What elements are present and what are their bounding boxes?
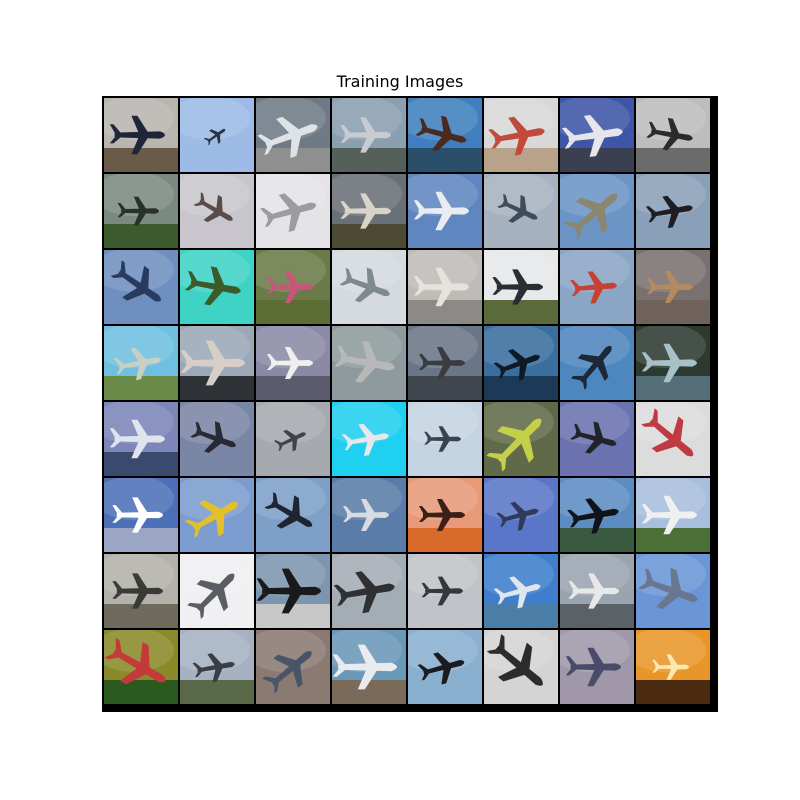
thumbnail-tile [408,478,482,552]
tile-ground [408,300,482,324]
tile-ground [408,528,482,552]
thumbnail-tile [484,174,558,248]
thumbnail-tile [332,174,406,248]
thumbnail-tile [104,554,178,628]
tile-ground [180,376,254,400]
thumbnail-tile [484,478,558,552]
thumbnail-tile [560,250,634,324]
thumbnail-tile [104,250,178,324]
thumbnail-tile [332,478,406,552]
tile-ground [256,376,330,400]
tile-ground [104,604,178,628]
thumbnail-tile [256,174,330,248]
tile-ground [636,300,710,324]
thumbnail-tile [560,326,634,400]
thumbnail-tile [484,98,558,172]
thumbnail-tile [560,630,634,704]
thumbnail-tile [256,554,330,628]
tile-ground [636,376,710,400]
thumbnail-tile [332,98,406,172]
thumbnail-tile [332,402,406,476]
thumbnail-tile [408,326,482,400]
thumbnail-tile [484,250,558,324]
tile-ground [636,680,710,704]
thumbnail-tile [484,630,558,704]
thumbnail-tile [408,554,482,628]
tile-ground [560,604,634,628]
tile-ground [104,680,178,704]
thumbnail-tile [104,326,178,400]
thumbnail-tile [180,98,254,172]
thumbnail-tile [104,630,178,704]
thumbnail-tile [332,630,406,704]
thumbnail-tile [180,478,254,552]
thumbnail-tile [256,250,330,324]
thumbnail-tile [636,250,710,324]
tile-ground [408,148,482,172]
thumbnail-tile [636,402,710,476]
thumbnail-tile [484,326,558,400]
tile-ground [332,224,406,248]
thumbnail-tile [180,402,254,476]
thumbnail-tile [636,174,710,248]
thumbnail-tile [256,402,330,476]
thumbnail-tile [636,98,710,172]
thumbnail-tile [408,630,482,704]
thumbnail-tile [332,554,406,628]
tile-ground [104,376,178,400]
thumbnail-tile [636,326,710,400]
thumbnail-tile [256,326,330,400]
tile-ground [256,604,330,628]
thumbnail-tile [256,478,330,552]
tile-ground [408,376,482,400]
tile-ground [104,148,178,172]
thumbnail-tile [332,326,406,400]
tile-ground [484,604,558,628]
tile-ground [636,148,710,172]
tile-ground [636,528,710,552]
tile-ground [104,528,178,552]
figure-title: Training Images [336,72,464,91]
thumbnail-tile [484,402,558,476]
thumbnail-tile [560,402,634,476]
thumbnail-tile [332,250,406,324]
thumbnail-tile [560,98,634,172]
thumbnail-tile [256,98,330,172]
thumbnail-tile [408,174,482,248]
thumbnail-tile [104,402,178,476]
thumbnail-tile [104,98,178,172]
thumbnail-tile [560,174,634,248]
thumbnail-tile [636,478,710,552]
thumbnail-tile [408,98,482,172]
thumbnail-tile [104,174,178,248]
thumbnail-tile [104,478,178,552]
thumbnail-tile [560,554,634,628]
thumbnail-tile [636,630,710,704]
tile-ground [104,224,178,248]
tile-ground [332,680,406,704]
thumbnail-tile [408,250,482,324]
thumbnail-tile [180,250,254,324]
tile-ground [180,680,254,704]
thumbnail-tile [180,174,254,248]
tile-ground [332,148,406,172]
tile-ground [104,452,178,476]
tile-ground [256,300,330,324]
image-grid [102,96,718,712]
thumbnail-tile [484,554,558,628]
thumbnail-tile [560,478,634,552]
tile-ground [484,300,558,324]
thumbnail-tile [408,402,482,476]
thumbnail-tile [180,630,254,704]
thumbnail-tile [636,554,710,628]
thumbnail-tile [180,326,254,400]
thumbnail-tile [180,554,254,628]
thumbnail-tile [256,630,330,704]
